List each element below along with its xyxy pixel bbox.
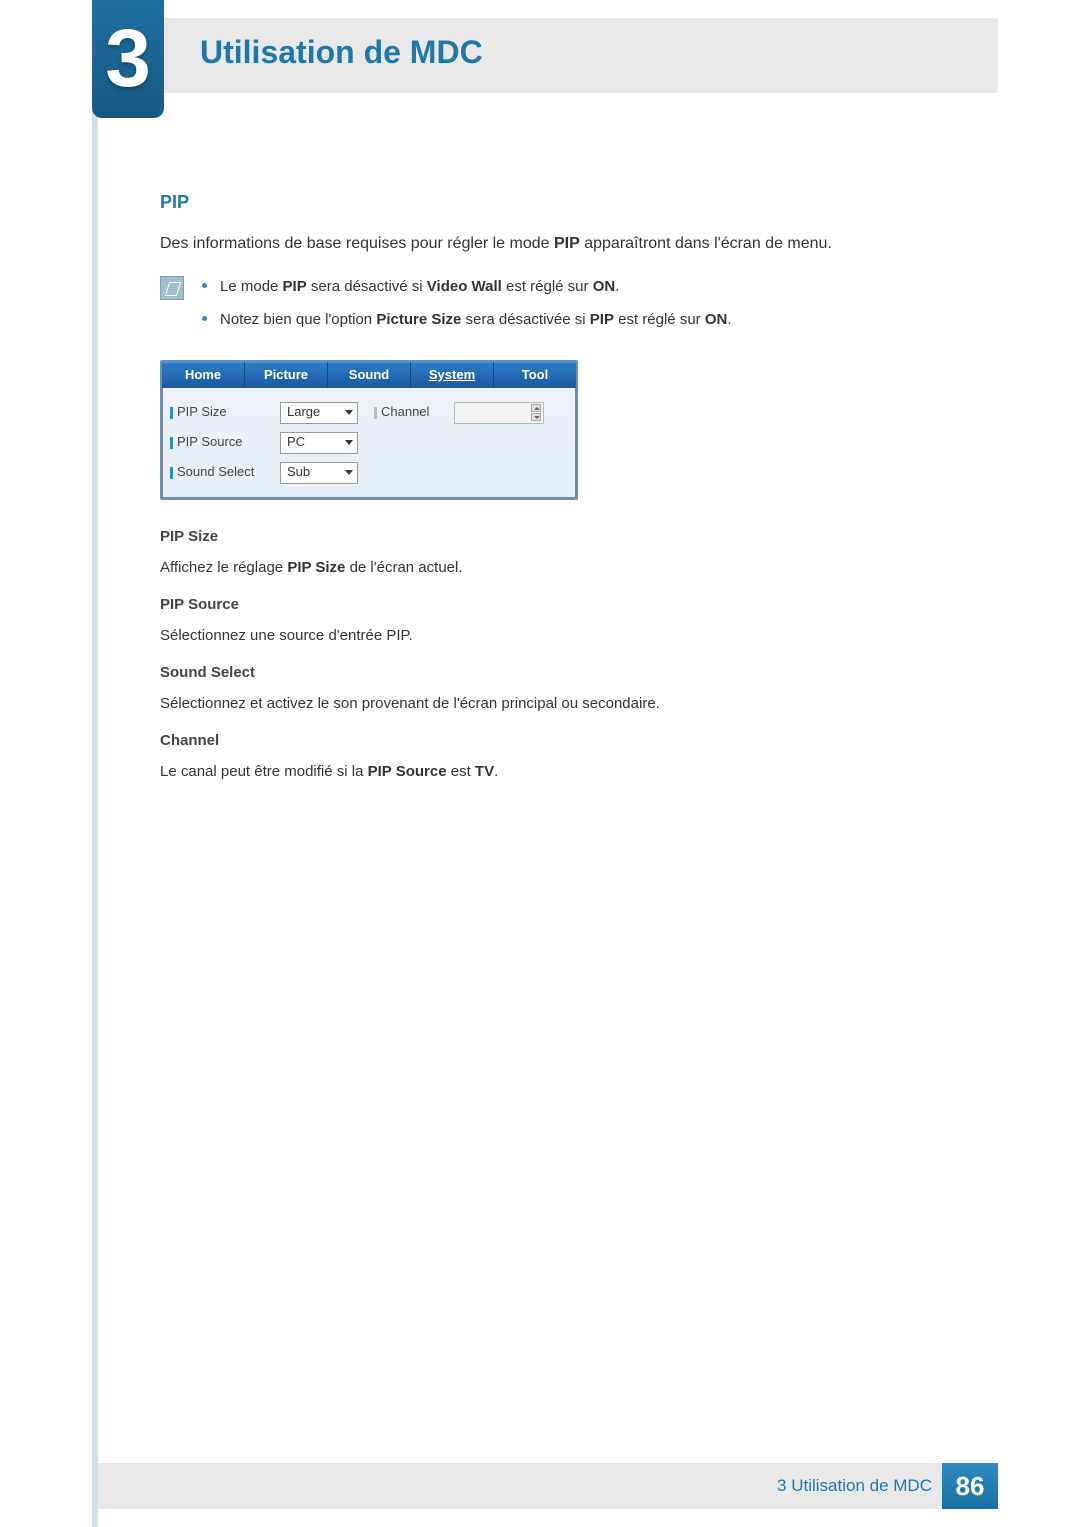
tab-picture[interactable]: Picture — [245, 362, 328, 388]
desc-channel: Le canal peut être modifié si la PIP Sou… — [160, 761, 930, 782]
row-sound-select: Sound Select Sub — [170, 458, 568, 488]
footer-bar: 3 Utilisation de MDC 86 — [98, 1463, 998, 1509]
page-number-badge: 86 — [942, 1463, 998, 1509]
intro-paragraph: Des informations de base requises pour r… — [160, 233, 930, 255]
tab-tool[interactable]: Tool — [494, 362, 576, 388]
spinner-buttons[interactable] — [531, 404, 541, 421]
note-block: Le mode PIP sera désactivé si Video Wall… — [160, 276, 930, 342]
intro-text-post: apparaîtront dans l'écran de menu. — [580, 235, 832, 252]
chevron-up-icon[interactable] — [531, 404, 541, 412]
chapter-badge: 3 — [92, 0, 164, 118]
footer-text: 3 Utilisation de MDC — [777, 1476, 932, 1496]
chevron-down-icon — [345, 410, 353, 415]
label-channel: Channel — [374, 403, 454, 421]
heading-sound-select: Sound Select — [160, 662, 930, 683]
panel-body: PIP Size Large Channel PIP Source PC Sou… — [162, 388, 576, 498]
left-accent-stripe — [92, 0, 98, 1527]
chevron-down-icon — [345, 470, 353, 475]
tab-system[interactable]: System — [411, 362, 494, 388]
chapter-title: Utilisation de MDC — [200, 34, 483, 71]
heading-channel: Channel — [160, 730, 930, 751]
dropdown-sound-select[interactable]: Sub — [280, 462, 358, 484]
dropdown-pip-source[interactable]: PC — [280, 432, 358, 454]
content-area: PIP Des informations de base requises po… — [160, 190, 930, 788]
tab-sound[interactable]: Sound — [328, 362, 411, 388]
dropdown-pip-size[interactable]: Large — [280, 402, 358, 424]
tab-strip: Home Picture Sound System Tool — [162, 362, 576, 388]
note-list: Le mode PIP sera désactivé si Video Wall… — [202, 276, 930, 342]
chevron-down-icon[interactable] — [531, 413, 541, 421]
chapter-number: 3 — [105, 18, 151, 100]
settings-panel: Home Picture Sound System Tool PIP Size … — [160, 360, 578, 500]
tab-home[interactable]: Home — [162, 362, 245, 388]
label-sound-select: Sound Select — [170, 463, 280, 481]
intro-bold: PIP — [554, 235, 580, 252]
row-pip-source: PIP Source PC — [170, 428, 568, 458]
spinner-channel[interactable] — [454, 402, 544, 424]
desc-pip-source: Sélectionnez une source d'entrée PIP. — [160, 625, 930, 646]
desc-pip-size: Affichez le réglage PIP Size de l'écran … — [160, 557, 930, 578]
note-icon — [160, 276, 184, 300]
intro-text-pre: Des informations de base requises pour r… — [160, 235, 554, 252]
label-pip-source: PIP Source — [170, 433, 280, 451]
heading-pip-source: PIP Source — [160, 594, 930, 615]
section-heading: PIP — [160, 190, 930, 215]
note-item-1: Le mode PIP sera désactivé si Video Wall… — [202, 276, 930, 297]
row-pip-size: PIP Size Large Channel — [170, 398, 568, 428]
note-item-2: Notez bien que l'option Picture Size ser… — [202, 309, 930, 330]
desc-sound-select: Sélectionnez et activez le son provenant… — [160, 693, 930, 714]
label-pip-size: PIP Size — [170, 403, 280, 421]
chevron-down-icon — [345, 440, 353, 445]
heading-pip-size: PIP Size — [160, 526, 930, 547]
